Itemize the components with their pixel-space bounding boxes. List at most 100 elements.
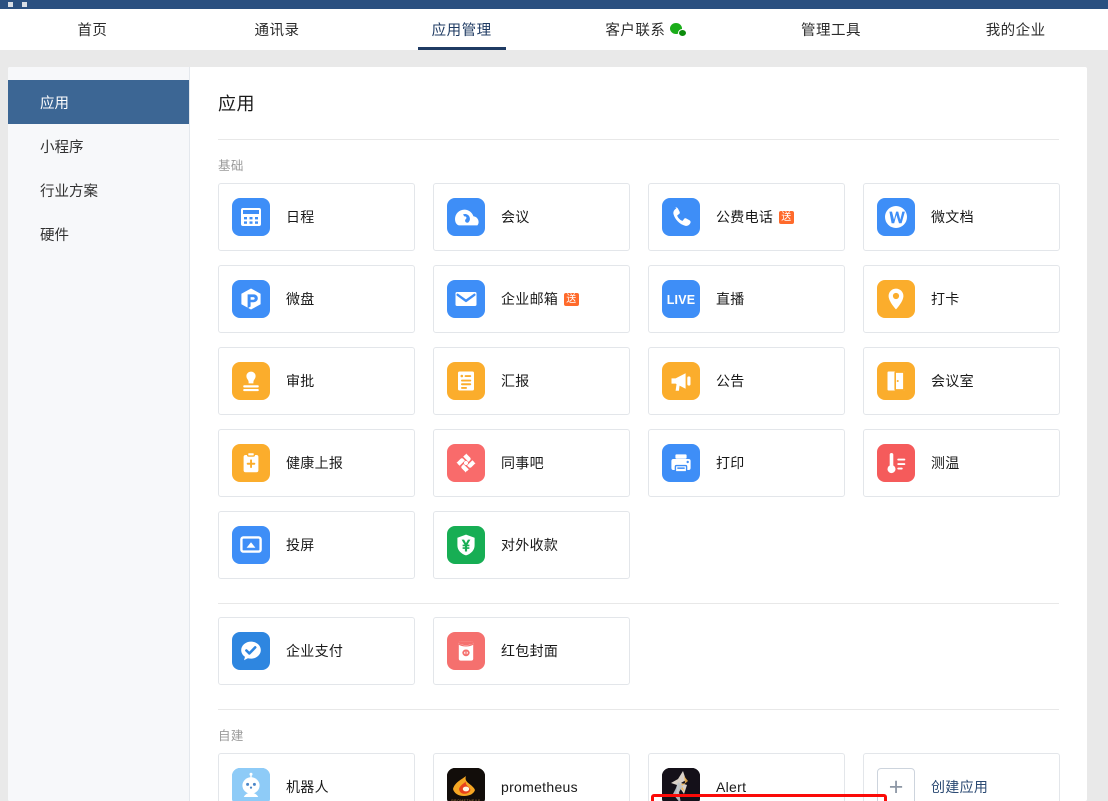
- group-label-basic: 基础: [218, 155, 1059, 174]
- stamp-icon: [232, 362, 270, 400]
- redpacket-icon: [447, 632, 485, 670]
- app-card[interactable]: 同事吧: [433, 429, 630, 497]
- app-name: 红包封面: [501, 641, 558, 661]
- payment-shield-icon: [447, 526, 485, 564]
- app-card[interactable]: 对外收款: [433, 511, 630, 579]
- app-name: prometheus: [501, 779, 578, 795]
- app-name: 微文档: [931, 207, 974, 227]
- section-divider-2: [218, 709, 1059, 710]
- app-name: 企业邮箱送: [501, 289, 579, 309]
- app-name-text: 投屏: [286, 537, 315, 553]
- sidebar-item-label: 硬件: [40, 224, 69, 245]
- app-name-text: 对外收款: [501, 537, 558, 553]
- app-name-text: 公费电话: [716, 209, 773, 225]
- phone-icon: [662, 198, 700, 236]
- app-name-text: 机器人: [286, 779, 329, 795]
- app-card[interactable]: 打卡: [863, 265, 1060, 333]
- nav-item-5[interactable]: 管理工具: [739, 9, 924, 50]
- live-icon: LIVE: [662, 280, 700, 318]
- app-name: 公费电话送: [716, 207, 794, 227]
- app-card[interactable]: 会议: [433, 183, 630, 251]
- app-card[interactable]: 微文档: [863, 183, 1060, 251]
- app-name-text: 微文档: [931, 209, 974, 225]
- app-card[interactable]: 汇报: [433, 347, 630, 415]
- sidebar: 应用小程序行业方案硬件: [8, 67, 190, 801]
- app-name-text: 企业邮箱: [501, 291, 558, 307]
- nav-item-3[interactable]: 应用管理: [369, 9, 554, 50]
- main-panel: 应用小程序行业方案硬件 应用 基础 日程会议公费电话送微文档微盘企业邮箱送LIV…: [8, 67, 1087, 801]
- app-card[interactable]: 审批: [218, 347, 415, 415]
- app-card[interactable]: Alert: [648, 753, 845, 801]
- nav-item-4[interactable]: 客户联系: [554, 9, 739, 50]
- app-name: 微盘: [286, 289, 315, 309]
- gift-badge: 送: [564, 293, 578, 306]
- app-card[interactable]: 公费电话送: [648, 183, 845, 251]
- alert-avatar: [662, 768, 700, 801]
- app-card[interactable]: 打印: [648, 429, 845, 497]
- sidebar-item-4[interactable]: 硬件: [8, 212, 189, 256]
- content-area: 应用 基础 日程会议公费电话送微文档微盘企业邮箱送LIVE直播打卡审批汇报公告会…: [190, 67, 1087, 801]
- thermometer-icon: [877, 444, 915, 482]
- app-card[interactable]: PROMETHEUSprometheus: [433, 753, 630, 801]
- app-card[interactable]: 微盘: [218, 265, 415, 333]
- mail-icon: [447, 280, 485, 318]
- app-name: 企业支付: [286, 641, 343, 661]
- app-card[interactable]: 健康上报: [218, 429, 415, 497]
- chrome-dot-right: [22, 2, 27, 7]
- app-name-text: Alert: [716, 779, 746, 795]
- svg-text:LIVE: LIVE: [667, 293, 696, 307]
- chrome-dot-left: [8, 2, 13, 7]
- app-card[interactable]: 测温: [863, 429, 1060, 497]
- app-name-text: 汇报: [501, 373, 530, 389]
- nav-item-label: 首页: [77, 19, 107, 40]
- sidebar-item-label: 应用: [40, 92, 69, 113]
- create-app-label: 创建应用: [931, 777, 988, 797]
- nav-item-label: 应用管理: [432, 19, 492, 40]
- app-name-text: 会议室: [931, 373, 974, 389]
- app-card[interactable]: 投屏: [218, 511, 415, 579]
- app-card[interactable]: 会议室: [863, 347, 1060, 415]
- app-name: 审批: [286, 371, 315, 391]
- title-divider: [218, 139, 1059, 140]
- app-name: 打卡: [931, 289, 960, 309]
- app-name: 公告: [716, 371, 745, 391]
- sidebar-item-3[interactable]: 行业方案: [8, 168, 189, 212]
- nav-item-label: 通讯录: [255, 19, 300, 40]
- app-grid-custom: 机器人 PROMETHEUSprometheus Alert +创建应用: [218, 753, 1059, 801]
- app-name-text: 微盘: [286, 291, 315, 307]
- app-name: Alert: [716, 779, 746, 795]
- app-name: 投屏: [286, 535, 315, 555]
- app-card[interactable]: 企业邮箱送: [433, 265, 630, 333]
- wechat-icon: [670, 23, 687, 37]
- wedrive-icon: [232, 280, 270, 318]
- app-name-text: 日程: [286, 209, 315, 225]
- app-card[interactable]: 红包封面: [433, 617, 630, 685]
- sidebar-item-label: 小程序: [40, 136, 84, 157]
- robot-avatar: [232, 768, 270, 801]
- app-card[interactable]: 日程: [218, 183, 415, 251]
- app-name: 直播: [716, 289, 745, 309]
- nav-item-label: 管理工具: [801, 19, 861, 40]
- app-card[interactable]: 机器人: [218, 753, 415, 801]
- nav-item-6[interactable]: 我的企业: [923, 9, 1108, 50]
- gift-badge: 送: [779, 211, 793, 224]
- sidebar-item-1[interactable]: 应用: [8, 80, 189, 124]
- meeting-icon: [447, 198, 485, 236]
- scrollbar-gutter[interactable]: [1100, 50, 1108, 801]
- clipboard-plus-icon: [232, 444, 270, 482]
- report-icon: [447, 362, 485, 400]
- app-name-text: 公告: [716, 373, 745, 389]
- app-name-text: 会议: [501, 209, 530, 225]
- nav-item-1[interactable]: 首页: [0, 9, 185, 50]
- sidebar-item-2[interactable]: 小程序: [8, 124, 189, 168]
- app-card[interactable]: 公告: [648, 347, 845, 415]
- nav-item-2[interactable]: 通讯录: [185, 9, 370, 50]
- app-grid-payment: 企业支付 红包封面: [218, 617, 1059, 685]
- app-card[interactable]: LIVE 直播: [648, 265, 845, 333]
- create-app-button[interactable]: +创建应用: [863, 753, 1060, 801]
- sidebar-item-label: 行业方案: [40, 180, 98, 201]
- app-name-text: 红包封面: [501, 643, 558, 659]
- app-card[interactable]: 企业支付: [218, 617, 415, 685]
- screencast-icon: [232, 526, 270, 564]
- app-name: 健康上报: [286, 453, 343, 473]
